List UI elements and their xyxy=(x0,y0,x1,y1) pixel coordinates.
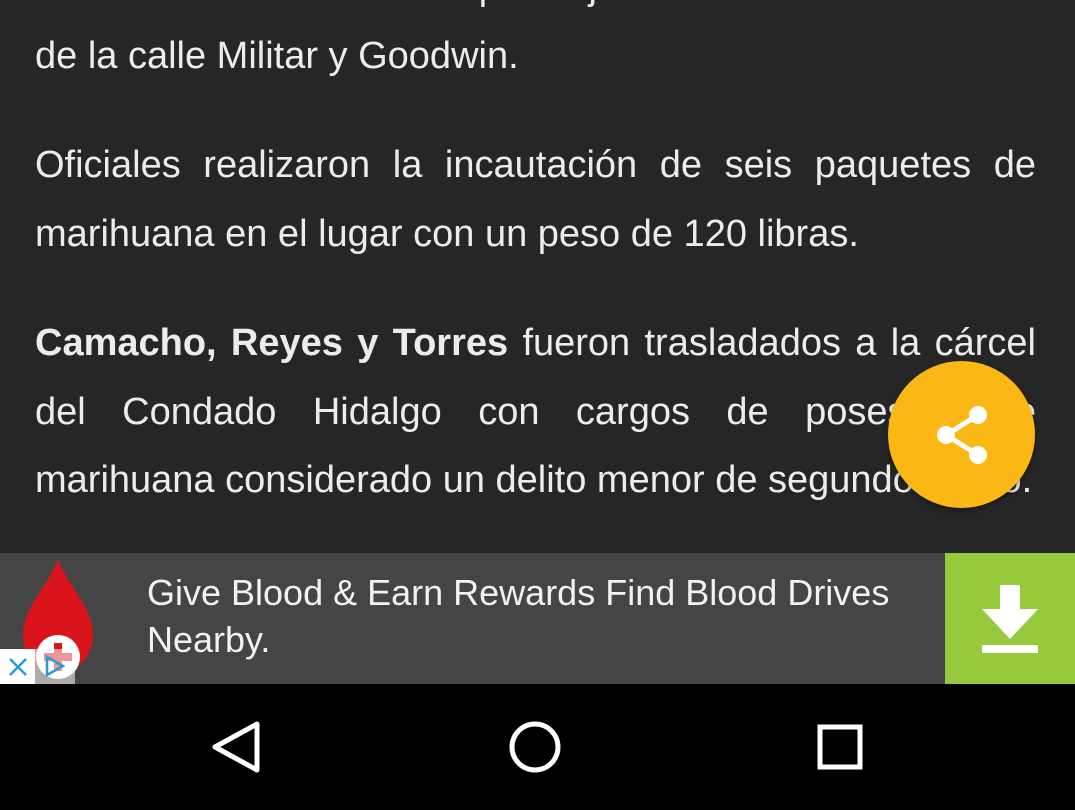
paragraph-line: de la calle Militar y Goodwin. xyxy=(35,34,519,77)
home-button[interactable] xyxy=(500,712,570,782)
back-button[interactable] xyxy=(200,707,270,787)
adchoices-icon[interactable] xyxy=(35,649,75,684)
close-icon xyxy=(8,657,27,676)
navigation-bar xyxy=(0,684,1075,810)
bold-names: Camacho, Reyes y Torres xyxy=(35,322,509,364)
article-paragraph: de dos menores de edad que viajaban con … xyxy=(35,0,1036,90)
recents-button[interactable] xyxy=(805,712,875,782)
paragraph-line: de dos menores de edad que viajaban con … xyxy=(35,0,946,8)
ad-download-button[interactable] xyxy=(945,553,1075,684)
article-paragraph: Camacho, Reyes y Torres fueron trasladad… xyxy=(35,309,1036,515)
ad-banner[interactable]: Give Blood & Earn Rewards Find Blood Dri… xyxy=(0,553,1075,684)
recents-square-icon xyxy=(817,724,863,770)
back-triangle-icon xyxy=(212,721,260,773)
article-paragraph: Oficiales realizaron la incautación de s… xyxy=(35,144,1036,255)
share-icon xyxy=(936,405,987,464)
download-icon xyxy=(982,584,1038,653)
home-circle-icon xyxy=(509,721,561,773)
share-button[interactable] xyxy=(888,361,1035,508)
ad-close-button[interactable] xyxy=(0,649,35,684)
ad-text[interactable]: Give Blood & Earn Rewards Find Blood Dri… xyxy=(147,569,927,663)
